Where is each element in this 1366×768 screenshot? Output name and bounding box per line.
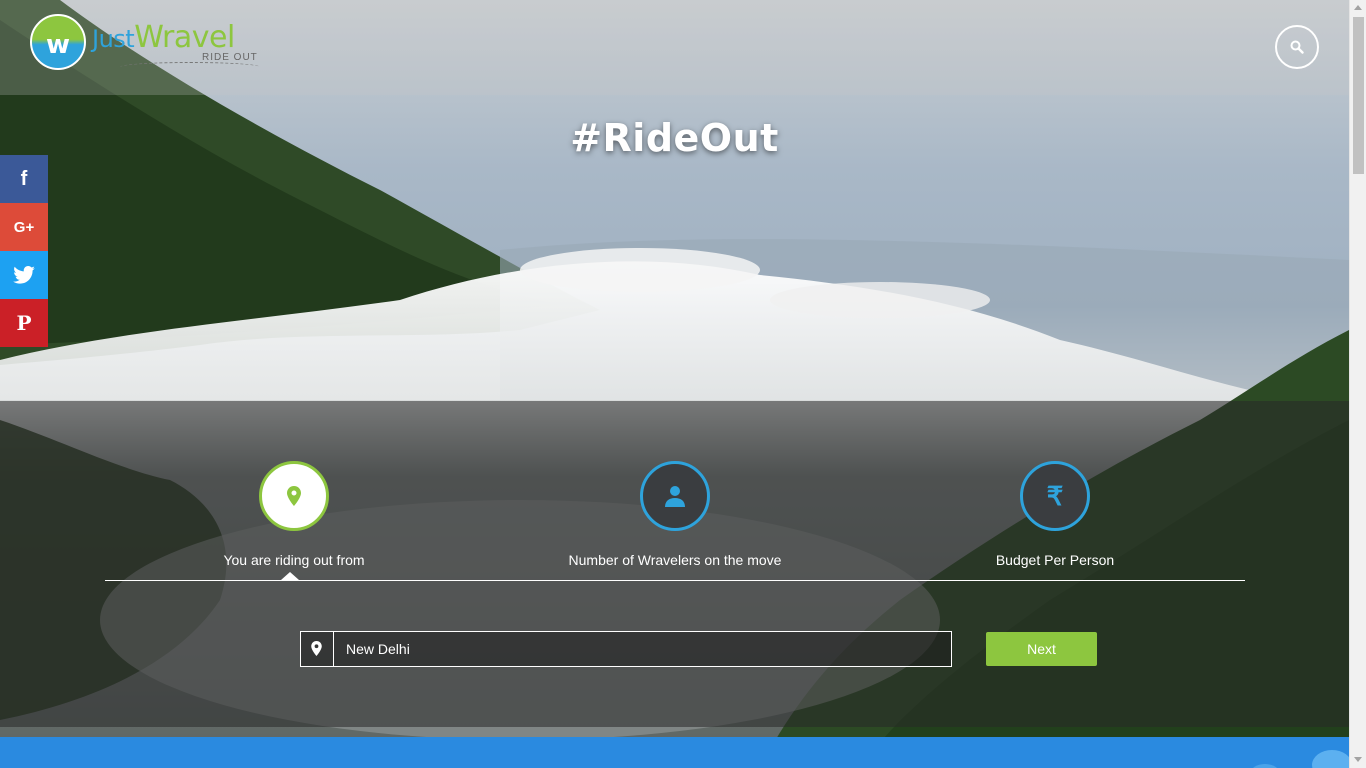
trip-planner-panel: You are riding out from Number of Wravel…	[0, 401, 1349, 727]
brand-tagline: RIDE OUT	[202, 52, 258, 63]
step-budget[interactable]: ₹ Budget Per Person	[925, 461, 1185, 568]
logo-swoosh	[120, 62, 260, 72]
origin-input[interactable]	[335, 632, 951, 666]
user-icon	[665, 486, 685, 507]
step-travelers-circle	[640, 461, 710, 531]
step-budget-label: Budget Per Person	[995, 552, 1115, 568]
facebook-share-button[interactable]: f	[0, 155, 48, 203]
origin-field-icon-box	[301, 632, 334, 666]
twitter-icon	[13, 266, 35, 284]
brand-logo[interactable]: w JustWravel RIDE OUT	[30, 14, 260, 74]
step-origin[interactable]: You are riding out from	[164, 461, 424, 568]
rupee-icon: ₹	[1046, 481, 1064, 511]
map-marker-icon	[287, 486, 301, 506]
step-travelers-label: Number of Wravelers on the move	[568, 552, 782, 568]
pinterest-share-button[interactable]: P	[0, 299, 48, 347]
bottom-section-bar	[0, 737, 1349, 768]
logo-mark-icon: w	[30, 14, 86, 70]
site-header: w JustWravel RIDE OUT	[0, 0, 1349, 95]
step-origin-label: You are riding out from	[223, 552, 365, 568]
map-marker-icon	[311, 641, 322, 656]
step-travelers[interactable]: Number of Wravelers on the move	[545, 461, 805, 568]
step-budget-circle: ₹	[1020, 461, 1090, 531]
step-origin-circle	[259, 461, 329, 531]
hero-hashtag: #RideOut	[570, 116, 779, 160]
next-button[interactable]: Next	[986, 632, 1097, 666]
page-scrollbar[interactable]	[1349, 0, 1366, 768]
brand-name: JustWravel	[92, 20, 235, 55]
pinterest-icon: P	[16, 311, 32, 335]
google-plus-icon: G+	[13, 218, 35, 236]
twitter-share-button[interactable]	[0, 251, 48, 299]
search-button[interactable]	[1275, 25, 1319, 69]
steps-divider	[105, 580, 1245, 581]
active-step-caret	[281, 572, 299, 580]
social-share-bar: f G+ P	[0, 155, 48, 347]
scroll-up-icon[interactable]	[1354, 5, 1362, 10]
scroll-down-icon[interactable]	[1354, 757, 1362, 762]
facebook-icon: f	[20, 167, 28, 190]
google-plus-share-button[interactable]: G+	[0, 203, 48, 251]
scroll-thumb[interactable]	[1353, 17, 1364, 174]
origin-field	[300, 631, 952, 667]
search-icon	[1290, 40, 1304, 54]
